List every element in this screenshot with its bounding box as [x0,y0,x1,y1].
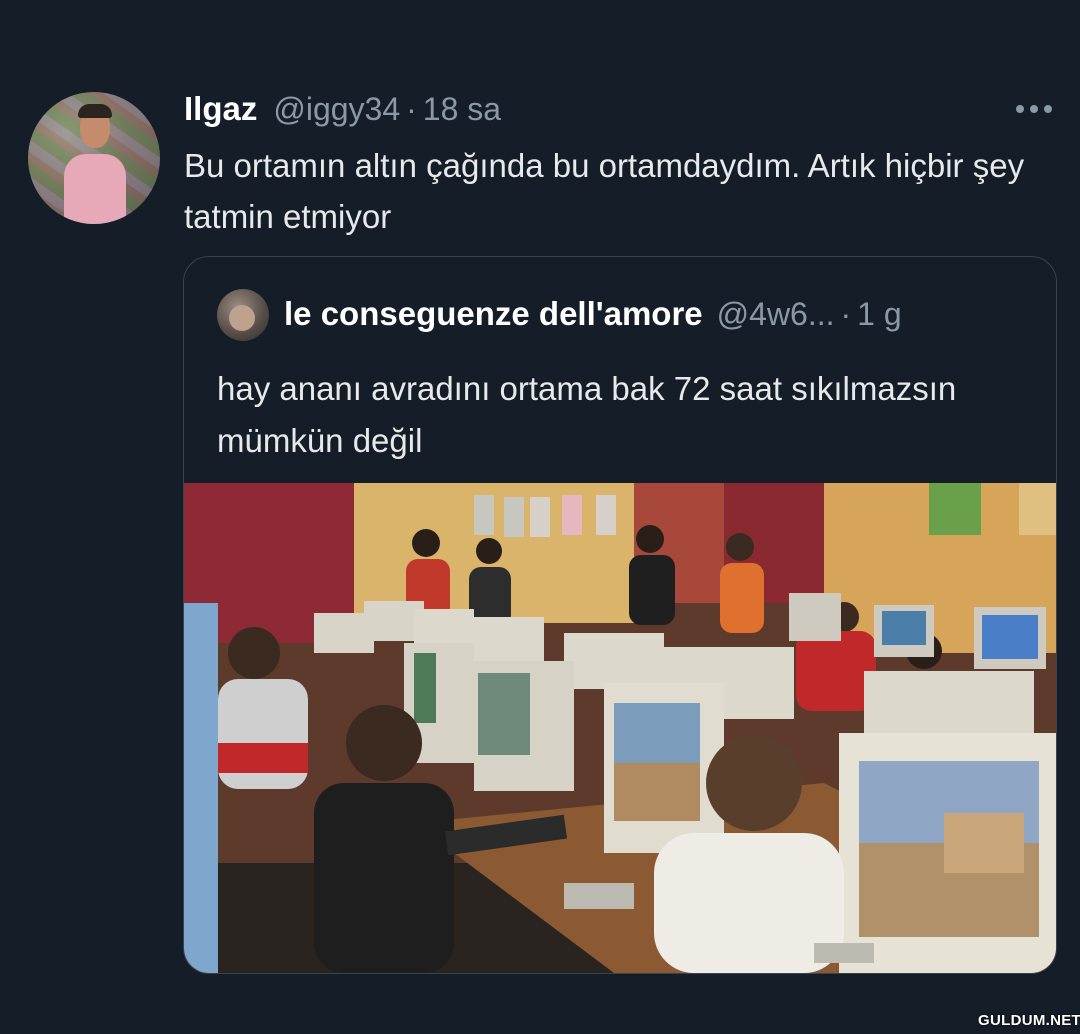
separator-dot: · [840,296,852,332]
quoted-author-avatar[interactable] [217,289,269,341]
quoted-author-handle: @4w6... [716,296,835,332]
tweet-text: Bu ortamın altın çağında bu ortamdaydım.… [184,147,1025,235]
quoted-tweet-header: le conseguenze dell'amore @4w6... · 1 g [284,295,902,333]
tweet-header: Ilgaz @iggy34 · 18 sa [184,90,501,130]
more-horizontal-icon[interactable] [1010,96,1058,122]
tweet: Ilgaz @iggy34 · 18 sa Bu ortamın altın ç… [0,0,1080,1034]
author-name[interactable]: Ilgaz [184,90,257,128]
author-handle[interactable]: @iggy34 [273,91,400,128]
watermark: GULDUM.NET [978,1012,1080,1029]
quoted-author-name: le conseguenze dell'amore [284,295,703,332]
tweet-time[interactable]: 18 sa [423,91,501,128]
author-avatar[interactable] [28,92,160,224]
quoted-tweet-text: hay ananı avradını ortama bak 72 saat sı… [217,370,957,459]
quoted-tweet-time: 1 g [857,296,902,332]
quoted-tweet[interactable]: le conseguenze dell'amore @4w6... · 1 g … [183,256,1057,974]
quoted-tweet-photo[interactable] [184,483,1056,973]
separator-dot: · [406,91,417,127]
